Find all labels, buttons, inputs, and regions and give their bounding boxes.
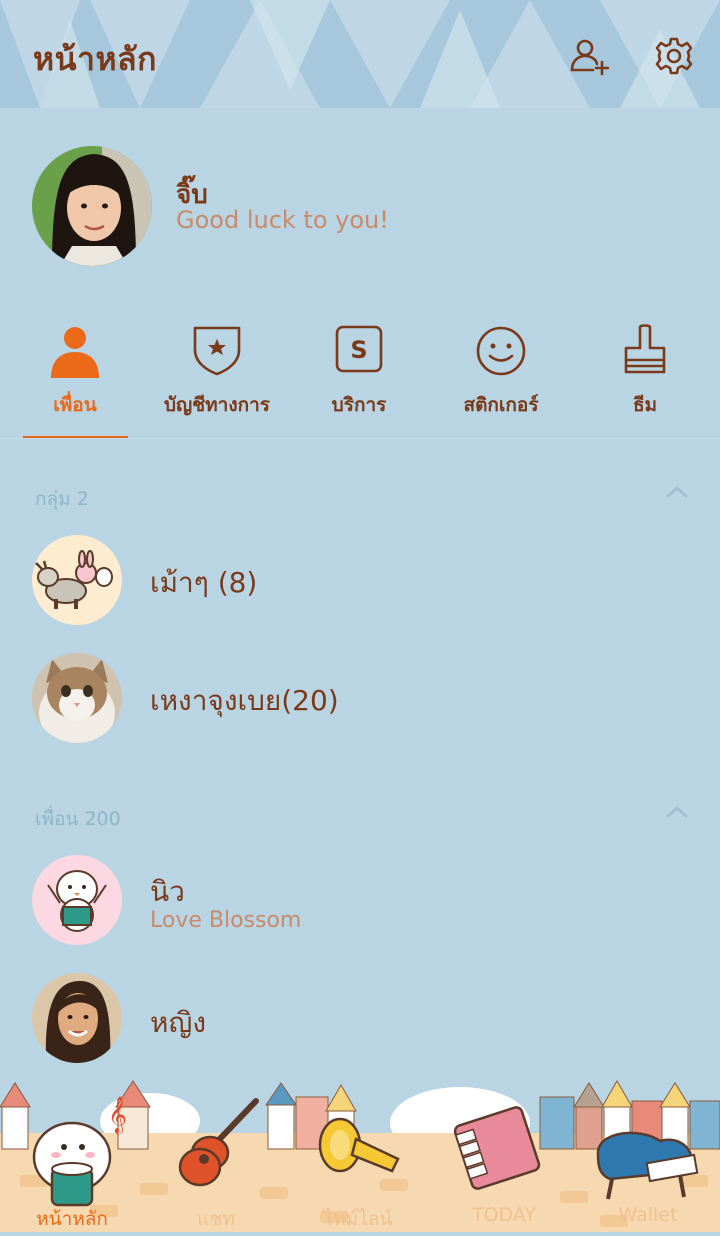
- brush-icon: [624, 324, 666, 374]
- group-avatar[interactable]: [32, 653, 122, 743]
- profile-status-message[interactable]: Good luck to you!: [176, 206, 389, 234]
- tab-divider: [0, 438, 720, 439]
- svg-text:S: S: [350, 336, 367, 364]
- friend-avatar[interactable]: [32, 973, 122, 1063]
- nav-chats[interactable]: แชท: [151, 1204, 281, 1234]
- smiley-icon: [476, 326, 526, 376]
- shield-star-icon: [193, 326, 241, 376]
- chevron-up-icon[interactable]: [664, 804, 690, 820]
- tab-services[interactable]: S บริการ: [287, 318, 431, 438]
- tab-label: สติกเกอร์: [463, 394, 539, 416]
- tab-stickers[interactable]: สติกเกอร์: [429, 318, 573, 438]
- tab-label: บริการ: [331, 394, 387, 416]
- tab-label: ธีม: [632, 394, 658, 416]
- friend-status-message: Love Blossom: [150, 908, 302, 933]
- person-icon: [51, 327, 99, 378]
- profile-avatar[interactable]: [32, 146, 152, 266]
- group-name[interactable]: เม้าๆ (8): [150, 561, 257, 605]
- tab-official-accounts[interactable]: บัญชีทางการ: [145, 318, 289, 438]
- friends-section-header[interactable]: เพื่อน 200: [35, 804, 121, 834]
- service-s-icon: S: [335, 325, 383, 373]
- group-avatar[interactable]: [32, 535, 122, 625]
- bottom-navigation: 𝄞 หน้าหลัก แชท ไทม์ไลน์ TODAY Wallet: [0, 1075, 720, 1232]
- tab-label: เพื่อน: [53, 394, 97, 416]
- category-tabs: เพื่อน บัญชีทางการ S บริการ สติกเกอร์ ธี…: [0, 318, 720, 440]
- tab-friends[interactable]: เพื่อน: [3, 318, 147, 438]
- nav-timeline[interactable]: ไทม์ไลน์: [293, 1204, 423, 1234]
- chevron-up-icon[interactable]: [664, 484, 690, 500]
- page-title: หน้าหลัก: [33, 40, 158, 78]
- header-bar: หน้าหลัก: [0, 0, 720, 108]
- tab-label: บัญชีทางการ: [164, 394, 270, 416]
- add-friend-icon[interactable]: [569, 36, 610, 76]
- gear-icon[interactable]: [654, 36, 694, 76]
- friend-name[interactable]: หญิง: [150, 1001, 206, 1045]
- nav-today[interactable]: TODAY: [439, 1204, 569, 1226]
- svg-text:𝄞: 𝄞: [108, 1095, 127, 1134]
- tab-themes[interactable]: ธีม: [573, 318, 717, 438]
- nav-home[interactable]: หน้าหลัก: [7, 1204, 137, 1234]
- nav-wallet[interactable]: Wallet: [583, 1204, 713, 1226]
- friend-avatar[interactable]: [32, 855, 122, 945]
- groups-section-header[interactable]: กลุ่ม 2: [35, 484, 89, 514]
- group-name[interactable]: เหงาจุงเบย(20): [150, 679, 339, 723]
